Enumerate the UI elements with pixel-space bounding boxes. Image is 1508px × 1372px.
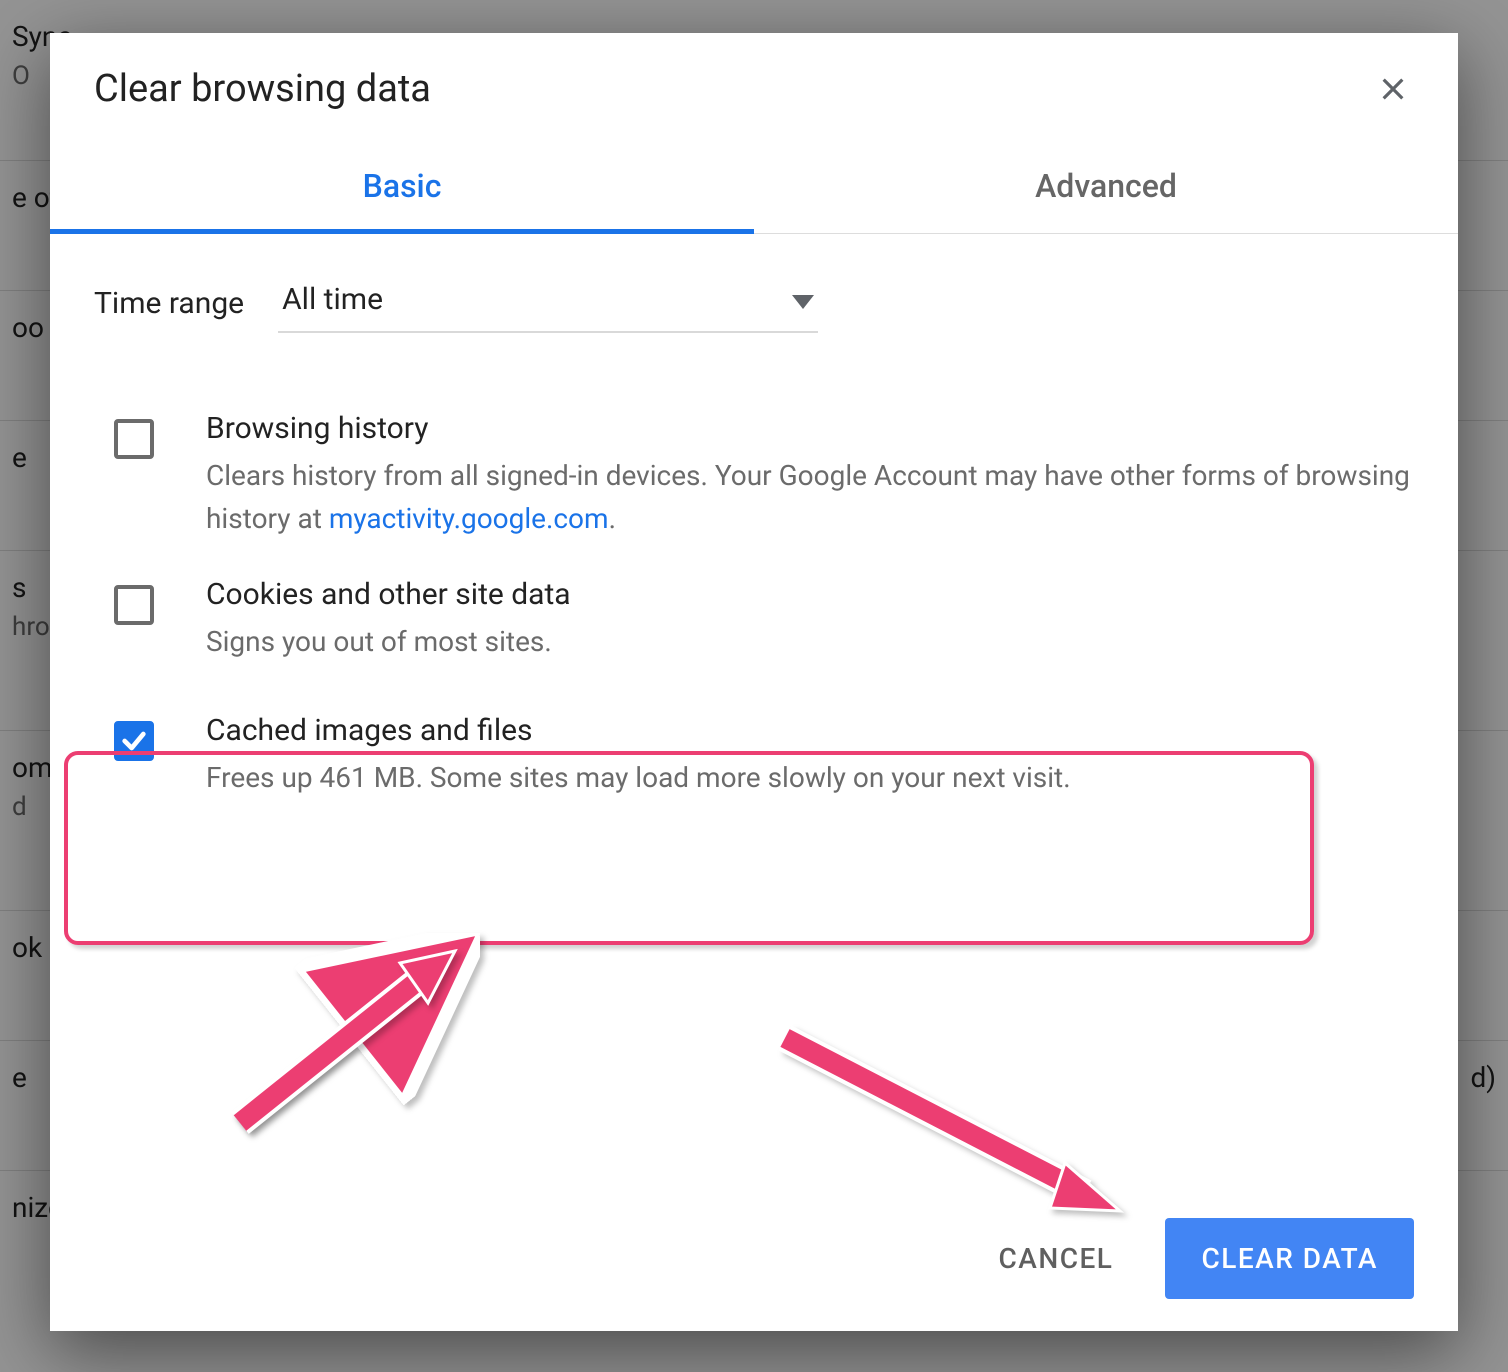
checkbox-hit	[94, 577, 174, 625]
option-title: Cached images and files	[206, 713, 1414, 748]
annotation-arrow-left	[200, 933, 480, 1153]
dialog-footer: CANCEL CLEAR DATA	[991, 1218, 1415, 1299]
option-cookies: Cookies and other site data Signs you ou…	[94, 559, 1414, 681]
cached-checkbox[interactable]	[114, 721, 154, 761]
time-range-label: Time range	[94, 286, 244, 321]
time-range-value: All time	[282, 282, 383, 317]
chevron-down-icon	[792, 282, 814, 317]
close-button[interactable]	[1372, 68, 1414, 110]
option-text: Cookies and other site data Signs you ou…	[206, 577, 1414, 663]
clear-data-button[interactable]: CLEAR DATA	[1165, 1218, 1414, 1299]
browsing-history-checkbox[interactable]	[114, 419, 154, 459]
time-range-select[interactable]: All time	[278, 274, 818, 333]
checkbox-hit	[94, 411, 174, 459]
clear-browsing-data-dialog: Clear browsing data Basic Advanced Time …	[50, 33, 1458, 1331]
annotation-arrow-left-outline	[200, 933, 480, 1153]
checkmark-icon	[120, 727, 148, 755]
option-desc: Frees up 461 MB. Some sites may load mor…	[206, 756, 1414, 799]
option-desc: Signs you out of most sites.	[206, 620, 1414, 663]
close-icon	[1377, 73, 1409, 105]
option-desc: Clears history from all signed-in device…	[206, 454, 1414, 541]
tab-advanced[interactable]: Advanced	[754, 141, 1458, 233]
dialog-body: Time range All time Browsing history Cle…	[50, 234, 1458, 832]
myactivity-link[interactable]: myactivity.google.com	[329, 502, 609, 535]
tab-basic[interactable]: Basic	[50, 141, 754, 233]
option-browsing-history: Browsing history Clears history from all…	[94, 393, 1414, 559]
option-title: Cookies and other site data	[206, 577, 1414, 612]
option-text: Cached images and files Frees up 461 MB.…	[206, 713, 1414, 799]
annotation-arrow-right	[755, 1008, 1175, 1238]
cookies-checkbox[interactable]	[114, 585, 154, 625]
dialog-tabs: Basic Advanced	[50, 141, 1458, 234]
time-range-row: Time range All time	[94, 274, 1414, 333]
dialog-title: Clear browsing data	[94, 67, 431, 111]
option-text: Browsing history Clears history from all…	[206, 411, 1414, 541]
dialog-header: Clear browsing data	[50, 33, 1458, 121]
option-title: Browsing history	[206, 411, 1414, 446]
cancel-button[interactable]: CANCEL	[991, 1232, 1122, 1285]
option-cached: Cached images and files Frees up 461 MB.…	[94, 681, 1414, 831]
checkbox-hit	[94, 713, 174, 761]
